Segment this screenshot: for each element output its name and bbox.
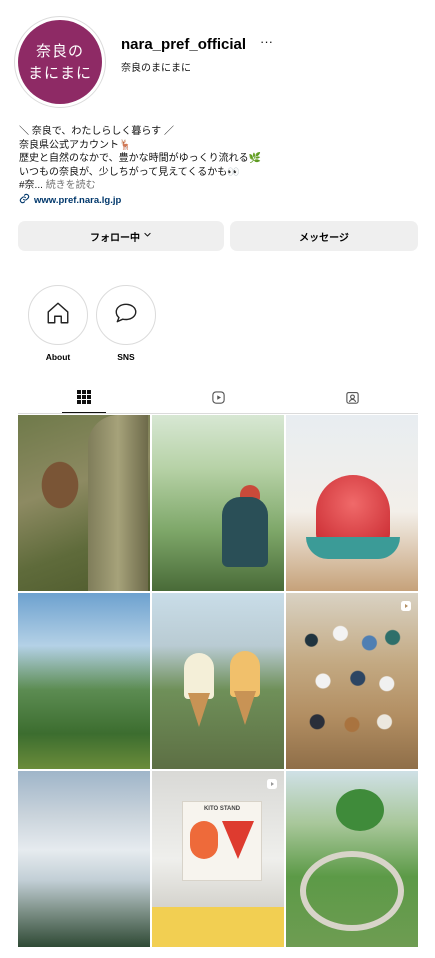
ice-cream-orange [230,651,260,697]
post-thumbnail-mountains[interactable] [18,593,150,769]
highlight-label: SNS [117,352,135,362]
following-button-label: フォロー中 [90,232,140,244]
bio-hashtag-prefix: #奈... [19,180,43,191]
tabs-divider [18,413,418,414]
posts-grid: KITO STAND [18,415,418,947]
message-button[interactable]: メッセージ [230,221,418,251]
tree [336,789,384,831]
link-icon [19,191,30,209]
post-thumbnail-deer[interactable] [18,415,150,591]
avatar[interactable]: 奈良の まにまに [18,20,102,104]
post-thumbnail-sea-of-clouds[interactable] [18,771,150,947]
following-button[interactable]: フォロー中 [18,221,224,251]
post-thumbnail-group-photo[interactable] [286,593,418,769]
bio-line: ＼ 奈良で、わたしらしく暮らす ／ [19,126,174,137]
tree-trunk [88,415,148,591]
spiral-path [300,851,404,931]
post-thumbnail-cafe[interactable]: KITO STAND [152,771,284,947]
avatar-text-line1: 奈良の [35,42,84,60]
website-link[interactable]: www.pref.nara.lg.jp [19,191,121,209]
chevron-down-icon [143,230,152,242]
cone [234,691,256,725]
ice-cream-white [184,653,214,699]
post-thumbnail-ice-cream[interactable] [152,593,284,769]
cone [188,693,210,727]
highlight-ring[interactable] [96,285,156,345]
group-people [294,613,410,749]
reel-badge-icon [400,599,412,617]
bio: ＼ 奈良で、わたしらしく暮らす ／ 奈良県公式アカウント🦌 歴史と自然のなかで、… [19,125,261,193]
reel-badge-icon [266,777,278,795]
reels-icon [211,390,226,410]
highlight-label: About [45,352,71,362]
bio-line: 奈良県公式アカウント🦌 [19,139,132,151]
post-thumbnail-tree-climber[interactable] [152,415,284,591]
climber [222,497,268,567]
message-button-label: メッセージ [299,232,349,244]
website-link-text[interactable]: www.pref.nara.lg.jp [34,195,121,206]
tagged-icon [345,390,360,410]
profile-avatar-ring[interactable]: 奈良の まにまに [14,16,106,108]
display-name: 奈良のまにまに [121,63,191,74]
avatar-text-line2: まにまに [27,64,92,82]
home-icon [45,300,71,331]
banner-sign: KITO STAND [203,806,241,812]
post-thumbnail-shaved-ice[interactable] [286,415,418,591]
speech-bubble-icon [112,300,140,331]
grid-icon [77,390,91,409]
read-more-link[interactable]: 続きを読む [46,180,96,191]
banner-letter-o [190,821,218,859]
more-options-icon[interactable]: ··· [260,34,273,49]
bio-line: 歴史と自然のなかで、豊かな時間がゆっくり流れる🌿 [19,153,262,164]
yellow-floor [152,907,284,947]
tab-posts-grid[interactable] [62,390,106,414]
tab-tagged[interactable] [330,390,374,414]
bio-line: いつもの奈良が、少しちがって見えてくるかも👀 [19,166,240,178]
tab-reels[interactable] [196,390,240,414]
bowl [306,537,400,559]
highlight-sns[interactable]: SNS [96,285,156,362]
highlight-ring[interactable] [28,285,88,345]
post-thumbnail-spiral-garden[interactable] [286,771,418,947]
highlight-about[interactable]: About [28,285,88,362]
username: nara_pref_official [121,36,247,53]
